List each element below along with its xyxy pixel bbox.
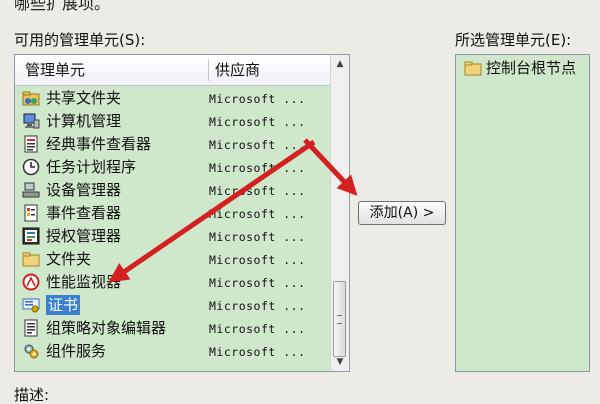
snapin-vendor: Microsoft ... [209, 253, 306, 267]
group-policy-editor-icon [24, 319, 38, 337]
snapin-vendor: Microsoft ... [209, 299, 306, 313]
available-snapins-list[interactable]: 管理单元 供应商 共享文件夹 Microsoft ... 计算机管理 Micro… [14, 54, 350, 372]
snapin-row-performance-monitor[interactable]: 性能监视器 Microsoft ... [15, 271, 331, 294]
selected-snapins-label: 所选管理单元(E): [455, 31, 572, 49]
classic-event-viewer-icon [24, 135, 38, 153]
snapin-vendor: Microsoft ... [209, 184, 306, 198]
add-button[interactable]: 添加(A) > [358, 201, 446, 225]
snapin-row-group-policy-editor[interactable]: 组策略对象编辑器 Microsoft ... [15, 317, 331, 340]
event-viewer-icon [24, 204, 38, 222]
selected-snapins-list[interactable]: 控制台根节点 [455, 54, 590, 372]
snapin-name: 证书 [46, 295, 81, 315]
snapin-row-folder[interactable]: 文件夹 Microsoft ... [15, 248, 331, 271]
performance-monitor-icon [22, 273, 40, 291]
list-scrollbar[interactable]: ▲ ▼ [330, 55, 349, 371]
snapin-vendor: Microsoft ... [209, 161, 306, 175]
snapin-name: 组策略对象编辑器 [46, 319, 167, 337]
available-snapins-label: 可用的管理单元(S): [14, 31, 146, 49]
snapin-vendor: Microsoft ... [209, 115, 306, 129]
scroll-thumb[interactable] [333, 281, 346, 357]
selected-item-label: 控制台根节点 [486, 59, 577, 77]
folder-icon [464, 61, 482, 76]
scroll-down-icon[interactable]: ▼ [331, 353, 349, 371]
certificate-icon [22, 298, 40, 313]
snapin-row-computer-management[interactable]: 计算机管理 Microsoft ... [15, 110, 331, 133]
component-services-icon [24, 344, 39, 359]
snapin-row-certificates[interactable]: 证书 Microsoft ... [15, 294, 331, 317]
authorization-manager-icon [22, 227, 40, 245]
intro-text: 哪些扩展项。 [14, 0, 111, 13]
shared-folder-icon [22, 91, 40, 106]
snapin-name: 组件服务 [46, 342, 107, 360]
snapin-name: 性能监视器 [46, 273, 122, 291]
scroll-grip-icon [337, 315, 342, 324]
snapin-name: 授权管理器 [46, 227, 122, 245]
folder-icon [22, 252, 40, 267]
task-scheduler-icon [22, 158, 40, 176]
snapin-row-component-services[interactable]: 组件服务 Microsoft ... [15, 340, 331, 363]
snapin-row-authorization-manager[interactable]: 授权管理器 Microsoft ... [15, 225, 331, 248]
snapin-name: 文件夹 [46, 250, 92, 268]
snapin-name: 事件查看器 [46, 204, 122, 222]
snapin-vendor: Microsoft ... [209, 276, 306, 290]
column-divider[interactable] [208, 59, 209, 81]
snapin-vendor: Microsoft ... [209, 207, 306, 221]
snapin-name: 设备管理器 [46, 181, 122, 199]
snapin-name: 经典事件查看器 [46, 135, 152, 153]
description-label: 描述: [14, 386, 50, 404]
device-manager-icon [22, 182, 40, 198]
scroll-up-icon[interactable]: ▲ [331, 55, 349, 73]
snapin-name: 共享文件夹 [46, 89, 122, 107]
snapin-row-shared-folders[interactable]: 共享文件夹 Microsoft ... [15, 87, 331, 110]
snapin-name: 计算机管理 [46, 112, 122, 130]
snapin-vendor: Microsoft ... [209, 138, 306, 152]
computer-management-icon [23, 113, 40, 129]
snapin-vendor: Microsoft ... [209, 92, 306, 106]
column-header-name[interactable]: 管理单元 [25, 55, 85, 85]
list-header: 管理单元 供应商 [15, 55, 331, 86]
snapin-row-task-scheduler[interactable]: 任务计划程序 Microsoft ... [15, 156, 331, 179]
snapin-vendor: Microsoft ... [209, 322, 306, 336]
column-header-vendor[interactable]: 供应商 [215, 55, 260, 85]
snapin-vendor: Microsoft ... [209, 345, 306, 359]
snapin-vendor: Microsoft ... [209, 230, 306, 244]
snapin-row-device-manager[interactable]: 设备管理器 Microsoft ... [15, 179, 331, 202]
snapin-row-classic-event-viewer[interactable]: 经典事件查看器 Microsoft ... [15, 133, 331, 156]
snapin-name: 任务计划程序 [46, 158, 137, 176]
snapin-row-event-viewer[interactable]: 事件查看器 Microsoft ... [15, 202, 331, 225]
